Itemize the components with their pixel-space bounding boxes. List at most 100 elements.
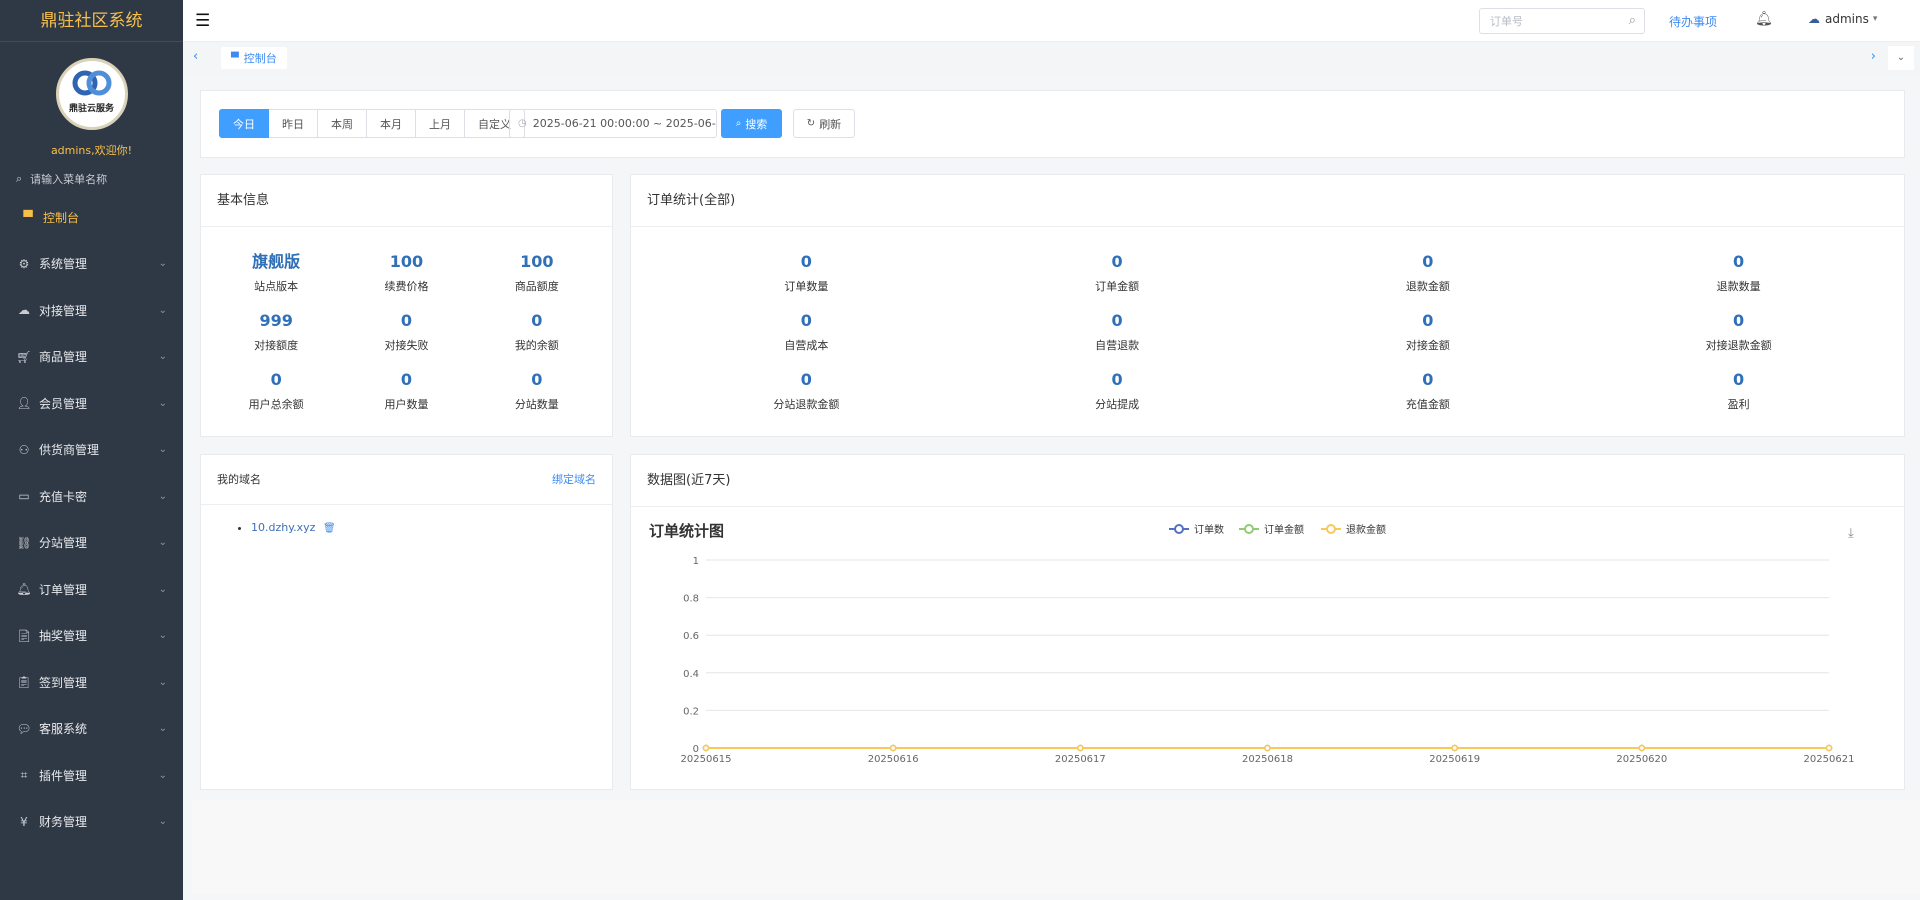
sidebar-item[interactable]: 📋︎ 签到管理 ⌄ [0, 659, 183, 706]
sidebar: 鼎驻社区系统 鼎驻云服务 admins,欢迎你! ⌕ 请输入菜单名称 ▀ 控制台 ⚙… [0, 0, 183, 900]
stat-item: 100 商品额度 [472, 249, 602, 308]
stat-label: 站点版本 [254, 280, 299, 293]
stat-item: 0 自营成本 [651, 308, 962, 367]
bell-icon: 🔔︎ [16, 582, 32, 597]
search-button-label: 搜索 [745, 117, 768, 131]
series-point [1638, 744, 1646, 752]
stat-label: 续费价格 [384, 280, 429, 293]
search-icon[interactable]: ⌕ [1629, 13, 1636, 28]
refresh-button[interactable]: ↻ 刷新 [793, 109, 855, 138]
stat-item: 100 续费价格 [341, 249, 471, 308]
sidebar-item[interactable]: ⚙ 系统管理 ⌄ [0, 241, 183, 288]
chart-title: 订单统计图 [649, 522, 724, 540]
card-icon: ▭ [18, 489, 30, 504]
tab-label: 控制台 [243, 52, 277, 65]
yen-icon: ¥ [20, 814, 28, 829]
sidebar-item[interactable]: 🛒︎ 商品管理 ⌄ [0, 334, 183, 381]
sidebar-item[interactable]: 📄︎ 抽奖管理 ⌄ [0, 613, 183, 660]
stat-value: 0 [1733, 252, 1745, 271]
y-tick-label: 0.6 [683, 631, 699, 642]
x-tick-label: 20250620 [1616, 754, 1667, 765]
x-tick-label: 20250619 [1429, 754, 1480, 765]
trash-icon[interactable]: 🗑︎ [323, 523, 336, 534]
stat-item: 0 分站退款金额 [651, 367, 962, 426]
bell-icon[interactable]: 🔔︎ [1755, 11, 1773, 27]
stat-item: 0 对接金额 [1273, 308, 1584, 367]
range-button[interactable]: 本周 [318, 109, 367, 138]
sidebar-item-label: 对接管理 [39, 303, 88, 318]
stat-label: 分站退款金额 [773, 398, 840, 411]
domain-card-header: 我的域名 绑定域名 [201, 455, 612, 505]
menu-search-placeholder: 请输入菜单名称 [30, 173, 108, 186]
stat-label: 退款数量 [1716, 280, 1761, 293]
stat-value: 0 [800, 311, 812, 330]
stat-item: 0 自营退款 [962, 308, 1273, 367]
range-button[interactable]: 今日 [219, 109, 269, 138]
order-search[interactable]: ⌕ [1479, 8, 1645, 34]
sidebar-item[interactable]: 💬︎ 客服系统 ⌄ [0, 706, 183, 753]
stat-value: 0 [400, 311, 413, 330]
chevron-down-icon: ⌄ [158, 630, 167, 642]
sidebar-item[interactable]: ⛓ 分站管理 ⌄ [0, 520, 183, 567]
order-stats-title: 订单统计(全部) [631, 175, 1904, 227]
menu-search[interactable]: ⌕ 请输入菜单名称 [0, 164, 183, 194]
chevron-down-icon: ⌄ [158, 723, 167, 735]
chevron-right-icon[interactable]: › [1871, 49, 1876, 64]
date-range-input[interactable]: ◷ 2025-06-21 00:00:00 ~ 2025-06-21 23:59… [509, 109, 717, 138]
order-search-input[interactable] [1480, 9, 1610, 33]
basic-info-card: 基本信息 旗舰版 站点版本 100 续费价格 100 商品额度 999 对接额度 0 对接失败 0 我… [200, 174, 613, 437]
sidebar-item[interactable]: ⌗ 插件管理 ⌄ [0, 752, 183, 799]
sidebar-item-label: 会员管理 [39, 396, 88, 411]
sidebar-item[interactable]: 👤︎ 会员管理 ⌄ [0, 380, 183, 427]
stat-item: 0 对接失败 [341, 308, 471, 367]
todo-link[interactable]: 待办事项 [1669, 13, 1717, 30]
stat-value: 100 [520, 252, 554, 271]
stat-label: 盈利 [1727, 398, 1750, 411]
stat-label: 用户总余额 [248, 398, 304, 411]
search-icon: ⌕ [735, 118, 742, 129]
search-icon: ⌕ [16, 172, 23, 185]
chevron-left-icon[interactable]: ‹ [193, 49, 198, 64]
tab-more-button[interactable]: ⌄ [1888, 46, 1914, 70]
range-button[interactable]: 本月 [367, 109, 416, 138]
stat-label: 订单金额 [1095, 280, 1140, 293]
stat-value: 0 [1111, 252, 1123, 271]
sidebar-item-label: 充值卡密 [39, 489, 88, 504]
sidebar-item[interactable]: ☁ 对接管理 ⌄ [0, 287, 183, 334]
download-icon[interactable]: ⤓ [1848, 526, 1854, 541]
sidebar-item[interactable]: ▀ 控制台 [0, 194, 183, 241]
search-button[interactable]: ⌕ 搜索 [721, 109, 782, 138]
welcome-text: admins,欢迎你! [50, 144, 133, 157]
bottom-blank-area [192, 800, 1920, 894]
stat-label: 自营成本 [784, 339, 829, 352]
user-menu[interactable]: ☁ admins ▾ [1808, 12, 1877, 26]
range-button[interactable]: 昨日 [269, 109, 318, 138]
tab-dashboard[interactable]: ▀ 控制台 [221, 47, 287, 69]
series-point [889, 744, 897, 752]
legend-label: 订单金额 [1264, 523, 1304, 536]
stat-value: 0 [531, 370, 543, 389]
cloud-icon: ☁ [18, 303, 30, 318]
gears-icon: ⚙ [18, 256, 30, 271]
sidebar-item-label: 签到管理 [39, 675, 88, 690]
sitemap-icon: ⛓ [16, 535, 32, 550]
bind-domain-link[interactable]: 绑定域名 [552, 455, 596, 505]
username: admins [1825, 12, 1869, 26]
chevron-down-icon: ⌄ [158, 258, 167, 270]
chevron-down-icon: ⌄ [158, 769, 167, 781]
stat-value: 0 [1733, 311, 1745, 330]
stat-value: 100 [389, 252, 424, 271]
stat-value: 0 [270, 370, 282, 389]
domain-name[interactable]: 10.dzhy.xyz [251, 521, 315, 534]
legend-marker [1326, 524, 1336, 534]
range-button[interactable]: 上月 [416, 109, 465, 138]
basic-info-grid: 旗舰版 站点版本 100 续费价格 100 商品额度 999 对接额度 0 对接失败 0 我的余额 0 用… [201, 227, 612, 426]
sidebar-item[interactable]: ▭ 充值卡密 ⌄ [0, 473, 183, 520]
sidebar-item[interactable]: ⚇ 供货商管理 ⌄ [0, 427, 183, 474]
order-line-chart: 订单统计图 订单数 订单金额 退款金额 ⤓00.20.40.60.8120250615 2… [649, 522, 1854, 765]
menu-toggle-icon[interactable]: ☰ [195, 11, 210, 31]
domain-card: 我的域名 绑定域名 10.dzhy.xyz 🗑︎ [200, 454, 613, 790]
sidebar-item[interactable]: ¥ 财务管理 ⌄ [0, 799, 183, 846]
sidebar-item[interactable]: 🔔︎ 订单管理 ⌄ [0, 566, 183, 613]
stat-value: 0 [1422, 370, 1434, 389]
